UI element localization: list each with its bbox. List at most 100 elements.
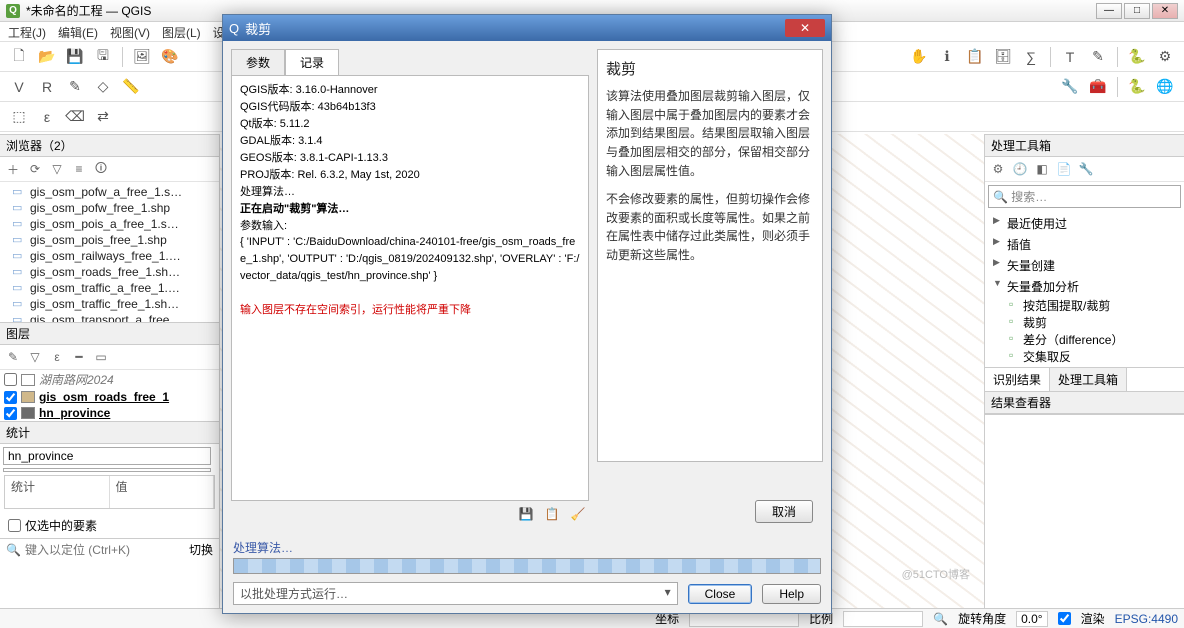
group-icon[interactable]: ▭ [92,348,110,366]
add-vec-icon[interactable]: V [8,76,30,98]
edit-icon[interactable]: ✎ [64,76,86,98]
dialog-titlebar[interactable]: Q 裁剪 ✕ [223,15,831,41]
layer-label[interactable]: hn_province [39,406,110,420]
stats-layer-select[interactable]: hn_province [3,447,211,465]
expr-layer-icon[interactable]: ε [48,348,66,366]
tb-alg-difference[interactable]: 差分（difference） [989,331,1180,348]
tb-alg-clip[interactable]: 裁剪 [989,314,1180,331]
tb-recent[interactable]: 最近使用过 [989,213,1180,234]
add-layer-icon[interactable]: ＋ [4,160,22,178]
plugin-icon[interactable]: ⚙ [1154,46,1176,68]
style-icon[interactable]: 🎨 [159,46,181,68]
close-button[interactable]: Close [688,584,753,604]
menu-view[interactable]: 视图(V) [110,24,150,39]
max-button[interactable]: □ [1124,3,1150,19]
tab-identify[interactable]: 识别结果 [985,368,1050,391]
proc2-icon[interactable]: 🧰 [1087,76,1109,98]
tb-alg-extract[interactable]: 按范围提取/裁剪 [989,297,1180,314]
measure-icon[interactable]: 📏 [120,76,142,98]
sel-clear-icon[interactable]: ⌫ [64,106,86,128]
layer-check[interactable] [4,373,17,386]
close-button[interactable]: ✕ [1152,3,1178,19]
remove-layer-icon[interactable]: ━ [70,348,88,366]
locator-input[interactable] [25,543,185,557]
db-icon[interactable]: 🗄 [992,46,1014,68]
log-panel[interactable]: QGIS版本: 3.16.0-Hannover QGIS代码版本: 43b64b… [231,75,589,501]
mag-icon[interactable]: 🔍 [933,612,948,626]
stats-icon[interactable]: ∑ [1020,46,1042,68]
log-copy-icon[interactable]: 📋 [543,505,561,523]
open-icon[interactable]: 📂 [36,46,58,68]
scale-field[interactable] [843,611,923,627]
layer-label[interactable]: gis_osm_roads_free_1 [39,390,169,404]
browser-item[interactable]: gis_osm_pois_free_1.shp [4,232,215,248]
clock-icon[interactable]: 🕘 [1011,160,1029,178]
cancel-button[interactable]: 取消 [755,500,813,523]
attrs-icon[interactable]: 📋 [964,46,986,68]
collapse-icon[interactable]: ≡ [70,160,88,178]
dialog-close-icon[interactable]: ✕ [785,19,825,37]
tb-vec-overlay[interactable]: 矢量叠加分析 [989,276,1180,297]
rot-field[interactable]: 0.0° [1016,611,1047,627]
model-icon[interactable]: ◧ [1033,160,1051,178]
pan-icon[interactable]: ✋ [908,46,930,68]
layer-check[interactable] [4,391,17,404]
toolbox-tree[interactable]: 最近使用过 插值 矢量创建 矢量叠加分析 按范围提取/裁剪 裁剪 差分（diff… [985,211,1184,367]
browser-item[interactable]: gis_osm_pofw_free_1.shp [4,200,215,216]
browser-item[interactable]: gis_osm_traffic_a_free_1.… [4,280,215,296]
epsg-label[interactable]: EPSG:4490 [1115,612,1178,626]
script-icon[interactable]: 📄 [1055,160,1073,178]
select-icon[interactable]: ⬚ [8,106,30,128]
save-icon[interactable]: 💾 [64,46,86,68]
refresh-icon[interactable]: ⟳ [26,160,44,178]
label-icon[interactable]: T [1059,46,1081,68]
locator-bar[interactable]: 🔍 切换 [0,538,219,560]
tb-vec-create[interactable]: 矢量创建 [989,255,1180,276]
tab-log[interactable]: 记录 [285,49,339,75]
python2-icon[interactable]: 🐍 [1126,76,1148,98]
sel-expr-icon[interactable]: ε [36,106,58,128]
tb-alg-symdiff[interactable]: 交集取反 [989,348,1180,365]
props-icon[interactable]: 🛈 [92,160,110,178]
add-rast-icon[interactable]: R [36,76,58,98]
browser-item[interactable]: gis_osm_railways_free_1.… [4,248,215,264]
node-icon[interactable]: ◇ [92,76,114,98]
gear-icon[interactable]: ⚙ [989,160,1007,178]
tab-toolbox[interactable]: 处理工具箱 [1050,368,1127,391]
result-viewer[interactable] [985,414,1184,608]
identify-icon[interactable]: ℹ [936,46,958,68]
sel-inv-icon[interactable]: ⇄ [92,106,114,128]
stats-opt[interactable]: 仅选中的要素 [0,513,219,538]
browser-tree[interactable]: gis_osm_pofw_a_free_1.s… gis_osm_pofw_fr… [0,182,219,322]
log-save-icon[interactable]: 💾 [517,505,535,523]
python-icon[interactable]: 🐍 [1126,46,1148,68]
proc1-icon[interactable]: 🔧 [1059,76,1081,98]
batch-combo[interactable]: 以批处理方式运行… [233,582,678,605]
stats-field-select[interactable] [3,468,211,472]
filter-layer-icon[interactable]: ▽ [26,348,44,366]
browser-item[interactable]: gis_osm_roads_free_1.sh… [4,264,215,280]
min-button[interactable]: — [1096,3,1122,19]
browser-item[interactable]: gis_osm_transport_a_free… [4,312,215,322]
browser-item[interactable]: gis_osm_pofw_a_free_1.s… [4,184,215,200]
browser-item[interactable]: gis_osm_traffic_free_1.sh… [4,296,215,312]
menu-edit[interactable]: 编辑(E) [58,24,98,39]
globe-icon[interactable]: 🌐 [1154,76,1176,98]
layer-label[interactable]: 湖南路网2024 [39,371,114,388]
layout-icon[interactable]: 🖼 [131,46,153,68]
layer-check[interactable] [4,407,17,420]
log-clear-icon[interactable]: 🧹 [569,505,587,523]
anno-icon[interactable]: ✎ [1087,46,1109,68]
menu-layer[interactable]: 图层(L) [162,24,201,39]
save-as-icon[interactable]: 🖫 [92,46,114,68]
menu-project[interactable]: 工程(J) [8,24,46,39]
tab-params[interactable]: 参数 [231,49,285,75]
new-project-icon[interactable]: 🗋 [8,46,30,68]
filter-icon[interactable]: ▽ [48,160,66,178]
edit-layer-icon[interactable]: ✎ [4,348,22,366]
render-check[interactable] [1058,612,1071,625]
layers-tree[interactable]: 湖南路网2024 gis_osm_roads_free_1 hn_provinc… [0,370,219,421]
help-button[interactable]: Help [762,584,821,604]
stats-opt-check[interactable] [8,519,21,532]
toolbox-search[interactable]: 🔍 搜索… [988,185,1181,208]
